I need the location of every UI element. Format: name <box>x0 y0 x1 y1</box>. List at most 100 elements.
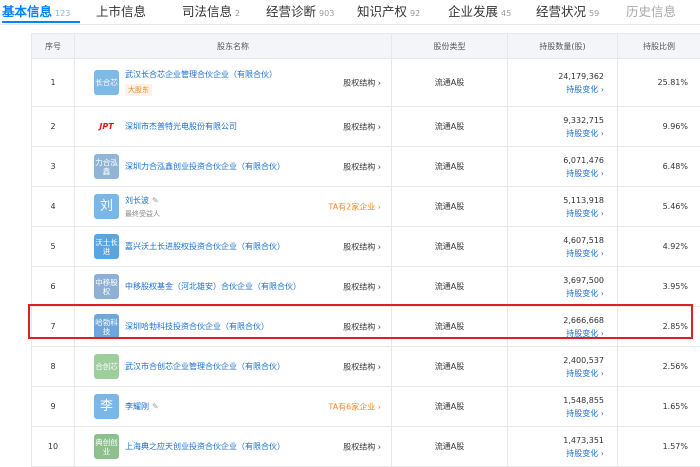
equity-structure-link[interactable]: 股权结构 › <box>343 161 381 172</box>
holding-change-link[interactable]: 持股变化 › <box>508 367 604 380</box>
tab-label: 企业发展 <box>448 4 498 19</box>
share-ratio: 6.48% <box>618 147 700 187</box>
holding-change-label: 持股变化 <box>566 449 598 458</box>
equity-structure-link[interactable]: 股权结构 › <box>343 241 381 252</box>
shareholder-cell: JPT深圳市杰普特光电股份有限公司股权结构 › <box>75 107 392 147</box>
related-companies-link[interactable]: TA有6家企业 › <box>328 401 381 412</box>
share-ratio: 1.65% <box>618 387 700 427</box>
table-row: 9李李耀刚✎TA有6家企业 ›流通A股1,548,855持股变化 ›1.65% <box>32 387 700 427</box>
share-type: 流通A股 <box>392 427 508 467</box>
header-type: 股份类型 <box>392 34 508 59</box>
shareholder-name-link[interactable]: 刘长波 <box>125 196 149 205</box>
equity-structure-link[interactable]: 股权结构 › <box>343 281 381 292</box>
share-quantity: 9,332,715 <box>508 114 604 127</box>
tab-2[interactable]: 上市信息 <box>96 1 146 20</box>
chevron-right-icon: › <box>375 122 381 131</box>
edit-icon[interactable]: ✎ <box>152 402 159 411</box>
chevron-right-icon: › <box>598 329 604 338</box>
share-type: 流通A股 <box>392 227 508 267</box>
tab-label: 知识产权 <box>357 4 407 19</box>
shareholder-cell: 典创创业上海典之应天创业投资合伙企业（有限合伙）股权结构 › <box>75 427 392 467</box>
holding-change-label: 持股变化 <box>566 369 598 378</box>
shareholder-info: 合创芯武汉市合创芯企业管理合伙企业（有限合伙）股权结构 › <box>75 347 391 386</box>
shareholder-logo: 刘 <box>94 194 119 219</box>
tab-1[interactable]: 基本信息123 <box>2 1 70 20</box>
holding-change-link[interactable]: 持股变化 › <box>508 247 604 260</box>
holding-change-link[interactable]: 持股变化 › <box>508 407 604 420</box>
holding-change-label: 持股变化 <box>566 249 598 258</box>
shareholder-info: 力合泓鑫深圳力合泓鑫创业投资合伙企业（有限合伙）股权结构 › <box>75 147 391 186</box>
row-index: 5 <box>32 227 75 267</box>
tab-5[interactable]: 知识产权92 <box>357 1 420 20</box>
chevron-right-icon: › <box>375 78 381 87</box>
share-quantity: 6,071,476 <box>508 154 604 167</box>
edit-icon[interactable]: ✎ <box>152 196 159 205</box>
row-index: 10 <box>32 427 75 467</box>
tab-6[interactable]: 企业发展45 <box>448 1 511 20</box>
share-quantity-cell: 3,697,500持股变化 › <box>508 267 618 307</box>
tab-bar: 基本信息123 上市信息 司法信息2 经营诊断903 知识产权92 企业发展45 经营状况5… <box>0 0 700 25</box>
table-row: 7哈勃科技深圳哈勃科技投资合伙企业（有限合伙）股权结构 ›流通A股2,666,6… <box>32 307 700 347</box>
related-companies-link[interactable]: TA有2家企业 › <box>328 201 381 212</box>
share-quantity: 1,548,855 <box>508 394 604 407</box>
share-ratio: 9.96% <box>618 107 700 147</box>
equity-structure-label: 股权结构 <box>343 442 375 451</box>
holding-change-label: 持股变化 <box>566 209 598 218</box>
chevron-right-icon: › <box>375 442 381 451</box>
chevron-right-icon: › <box>375 242 381 251</box>
shareholder-cell: 长合芯武汉长合芯企业管理合伙企业（有限合伙）大股东股权结构 › <box>75 59 392 107</box>
shareholder-table: 序号 股东名称 股份类型 持股数量(股) 持股比例 1长合芯武汉长合芯企业管理合… <box>31 33 700 467</box>
header-ratio: 持股比例 <box>618 34 700 59</box>
share-quantity: 2,666,668 <box>508 314 604 327</box>
share-ratio: 4.92% <box>618 227 700 267</box>
holding-change-link[interactable]: 持股变化 › <box>508 287 604 300</box>
equity-structure-link[interactable]: 股权结构 › <box>343 321 381 332</box>
holding-change-link[interactable]: 持股变化 › <box>508 207 604 220</box>
share-ratio: 2.85% <box>618 307 700 347</box>
shareholder-cell: 刘刘长波✎最终受益人TA有2家企业 › <box>75 187 392 227</box>
equity-structure-label: 股权结构 <box>343 122 375 131</box>
holding-change-label: 持股变化 <box>566 409 598 418</box>
shareholder-cell: 合创芯武汉市合创芯企业管理合伙企业（有限合伙）股权结构 › <box>75 347 392 387</box>
share-quantity-cell: 2,666,668持股变化 › <box>508 307 618 347</box>
tab-4[interactable]: 经营诊断903 <box>266 1 334 20</box>
row-index: 7 <box>32 307 75 347</box>
share-quantity-cell: 5,113,918持股变化 › <box>508 187 618 227</box>
row-index: 3 <box>32 147 75 187</box>
active-tab-indicator <box>2 21 80 23</box>
equity-structure-link[interactable]: 股权结构 › <box>343 441 381 452</box>
chevron-right-icon: › <box>375 282 381 291</box>
holding-change-label: 持股变化 <box>566 85 598 94</box>
tab-7[interactable]: 经营状况59 <box>536 1 599 20</box>
holding-change-link[interactable]: 持股变化 › <box>508 127 604 140</box>
share-quantity-cell: 6,071,476持股变化 › <box>508 147 618 187</box>
share-quantity: 4,607,518 <box>508 234 604 247</box>
related-companies-label: TA有6家企业 <box>328 402 375 411</box>
holding-change-link[interactable]: 持股变化 › <box>508 83 604 96</box>
tab-count-badge: 903 <box>319 9 334 18</box>
equity-structure-link[interactable]: 股权结构 › <box>343 121 381 132</box>
shareholder-name-link[interactable]: 李耀刚 <box>125 402 149 411</box>
related-companies-label: TA有2家企业 <box>328 202 375 211</box>
shareholder-logo: 典创创业 <box>94 434 119 459</box>
equity-structure-label: 股权结构 <box>343 162 375 171</box>
shareholder-info: 长合芯武汉长合芯企业管理合伙企业（有限合伙）大股东股权结构 › <box>75 59 391 106</box>
shareholder-cell: 中移股权中移股权基金（河北雄安）合伙企业（有限合伙）股权结构 › <box>75 267 392 307</box>
holding-change-link[interactable]: 持股变化 › <box>508 447 604 460</box>
shareholder-cell: 沃土长进嘉兴沃土长进股权投资合伙企业（有限合伙）股权结构 › <box>75 227 392 267</box>
share-type: 流通A股 <box>392 347 508 387</box>
table-header-row: 序号 股东名称 股份类型 持股数量(股) 持股比例 <box>32 34 700 59</box>
chevron-right-icon: › <box>598 289 604 298</box>
equity-structure-link[interactable]: 股权结构 › <box>343 77 381 88</box>
share-type: 流通A股 <box>392 187 508 227</box>
shareholder-info: 刘刘长波✎最终受益人TA有2家企业 › <box>75 187 391 226</box>
tab-3[interactable]: 司法信息2 <box>182 1 240 20</box>
holding-change-link[interactable]: 持股变化 › <box>508 167 604 180</box>
holding-change-link[interactable]: 持股变化 › <box>508 327 604 340</box>
tab-8[interactable]: 历史信息 <box>626 1 676 20</box>
table-row: 10典创创业上海典之应天创业投资合伙企业（有限合伙）股权结构 ›流通A股1,47… <box>32 427 700 467</box>
chevron-right-icon: › <box>375 202 381 211</box>
chevron-right-icon: › <box>375 402 381 411</box>
chevron-right-icon: › <box>598 209 604 218</box>
equity-structure-link[interactable]: 股权结构 › <box>343 361 381 372</box>
